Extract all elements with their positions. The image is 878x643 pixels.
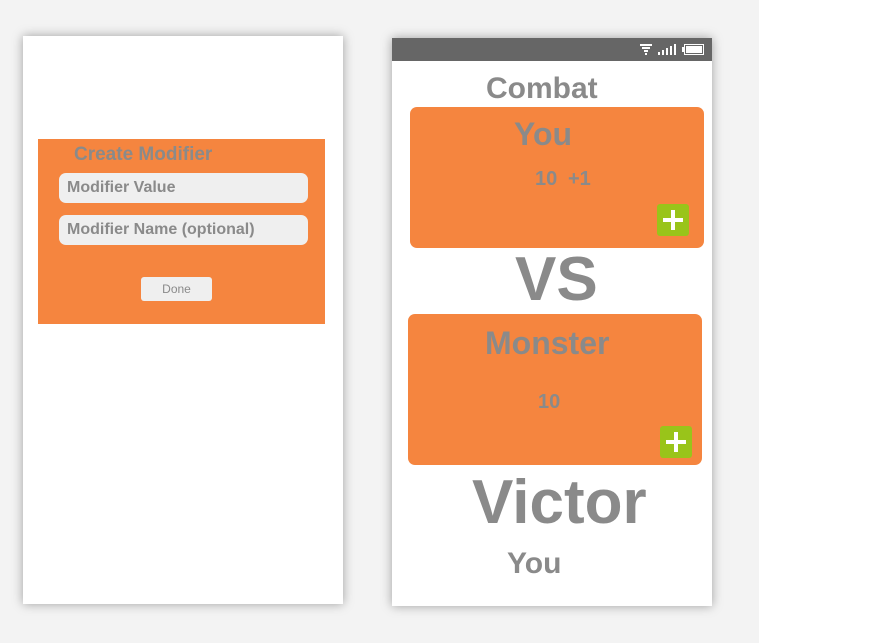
player-modifier-value: +1 xyxy=(568,168,591,190)
modifier-name-field[interactable]: Modifier Name (optional) xyxy=(59,215,308,245)
done-button[interactable]: Done xyxy=(141,277,212,301)
victor-label: Victor xyxy=(472,468,647,537)
status-bar xyxy=(392,38,712,61)
signal-icon xyxy=(658,43,676,55)
monster-base-value: 10 xyxy=(538,391,561,413)
screen-title: Combat xyxy=(486,72,598,105)
wifi-icon xyxy=(640,43,652,55)
victor-name: You xyxy=(507,547,562,580)
combat-screen: Combat You 10 +1 VS Monster 10 Victor Yo… xyxy=(392,38,712,606)
player-card: You 10 +1 xyxy=(410,107,704,248)
create-modifier-dialog: Create Modifier Modifier Value Modifier … xyxy=(38,139,325,324)
plus-icon xyxy=(663,210,683,230)
add-monster-modifier-button[interactable] xyxy=(660,426,692,458)
modifier-screen: Create Modifier Modifier Value Modifier … xyxy=(23,36,343,604)
player-base-value: 10 xyxy=(535,168,558,190)
vs-label: VS xyxy=(515,245,598,314)
modifier-value-field[interactable]: Modifier Value xyxy=(59,173,308,203)
player-name: You xyxy=(514,116,573,152)
dialog-title: Create Modifier xyxy=(74,144,213,165)
plus-icon xyxy=(666,432,686,452)
add-player-modifier-button[interactable] xyxy=(657,204,689,236)
battery-icon xyxy=(682,43,704,55)
monster-name: Monster xyxy=(485,325,610,361)
monster-card: Monster 10 xyxy=(408,314,702,465)
